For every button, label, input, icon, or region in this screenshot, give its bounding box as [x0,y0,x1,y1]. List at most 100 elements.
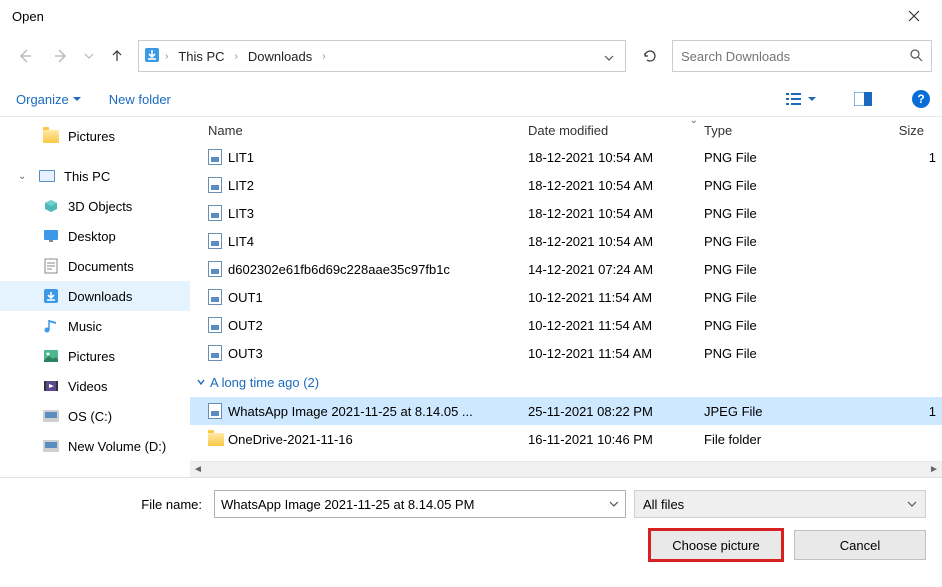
downloads-icon [42,288,60,304]
disk-icon [42,440,60,452]
file-row[interactable]: LIT118-12-2021 10:54 AMPNG File1 [190,143,942,171]
expand-icon[interactable]: ⌄ [18,171,30,182]
organize-button[interactable]: Organize [16,92,81,107]
file-row[interactable]: WhatsApp Image 2021-11-25 at 8.14.05 ...… [190,397,942,425]
file-icon [208,261,228,277]
file-name: OUT2 [228,318,528,333]
tree-item[interactable]: Pictures [0,121,190,151]
tree-item-label: OS (C:) [68,409,112,424]
sort-indicator-icon: ⌄ [690,117,698,126]
file-row[interactable]: OneDrive-2021-11-1616-11-2021 10:46 PMFi… [190,425,942,453]
col-date[interactable]: Date modified⌄ [528,123,704,138]
address-dropdown[interactable] [597,49,621,64]
breadcrumb-sep: › [235,51,238,62]
file-row[interactable]: OUT310-12-2021 11:54 AMPNG File [190,339,942,367]
file-date: 10-12-2021 11:54 AM [528,318,704,333]
file-row[interactable]: LIT218-12-2021 10:54 AMPNG File [190,171,942,199]
tree-item-label: New Volume (D:) [68,439,166,454]
file-icon [208,289,228,305]
address-bar[interactable]: › This PC › Downloads › [138,40,626,72]
downloads-icon [143,46,161,67]
breadcrumb-downloads[interactable]: Downloads [242,45,318,68]
tree-item[interactable]: Pictures [0,341,190,371]
back-button[interactable] [10,41,40,71]
tree-item-label: 3D Objects [68,199,132,214]
recent-dropdown[interactable] [82,41,96,71]
file-name: LIT4 [228,234,528,249]
docs-icon [42,258,60,274]
tree-item[interactable]: New Volume (D:) [0,431,190,461]
filename-dropdown-icon[interactable] [609,501,619,507]
tree-item-label: Videos [68,379,108,394]
close-button[interactable] [894,0,934,32]
file-name: LIT1 [228,150,528,165]
tree-item[interactable]: Videos [0,371,190,401]
tree-item[interactable]: 3D Objects [0,191,190,221]
file-date: 18-12-2021 10:54 AM [528,234,704,249]
file-date: 25-11-2021 08:22 PM [528,404,704,419]
file-icon [208,403,228,419]
file-date: 10-12-2021 11:54 AM [528,346,704,361]
file-date: 16-11-2021 10:46 PM [528,432,704,447]
help-button[interactable]: ? [912,90,930,108]
navigation-tree[interactable]: Pictures ⌄This PC 3D Objects Desktop Documen… [0,117,190,477]
file-row[interactable]: LIT418-12-2021 10:54 AMPNG File [190,227,942,255]
file-type: PNG File [704,150,854,165]
tree-item-label: Documents [68,259,134,274]
file-type: JPEG File [704,404,854,419]
filetype-select[interactable]: All files [634,490,926,518]
choose-picture-button[interactable]: Choose picture [650,530,782,560]
chevron-down-icon [907,501,917,507]
tree-item[interactable]: Downloads [0,281,190,311]
file-row[interactable]: LIT318-12-2021 10:54 AMPNG File [190,199,942,227]
file-date: 18-12-2021 10:54 AM [528,178,704,193]
view-options-button[interactable] [786,91,816,107]
3d-icon [42,198,60,214]
file-name: WhatsApp Image 2021-11-25 at 8.14.05 ... [228,404,528,419]
col-size[interactable]: Size [854,123,942,138]
horizontal-scrollbar[interactable]: ◄ ► [190,461,942,477]
file-size: 1 [854,404,942,419]
tree-item-label: Pictures [68,129,115,144]
newfolder-button[interactable]: New folder [109,92,171,107]
file-name: LIT3 [228,206,528,221]
file-row[interactable]: OUT110-12-2021 11:54 AMPNG File [190,283,942,311]
file-date: 18-12-2021 10:54 AM [528,206,704,221]
scroll-right-icon[interactable]: ► [926,464,942,475]
file-type: PNG File [704,262,854,277]
pictures-icon [42,349,60,363]
forward-button[interactable] [46,41,76,71]
column-headers: Name Date modified⌄ Type Size [190,117,942,143]
tree-item[interactable]: OS (C:) [0,401,190,431]
tree-item[interactable]: Music [0,311,190,341]
file-row[interactable]: OUT210-12-2021 11:54 AMPNG File [190,311,942,339]
file-row[interactable]: d602302e61fb6d69c228aae35c97fb1c14-12-20… [190,255,942,283]
col-name[interactable]: Name [208,123,528,138]
up-button[interactable] [102,41,132,71]
filename-input[interactable] [221,497,609,512]
breadcrumb-thispc[interactable]: This PC [172,45,230,68]
breadcrumb-sep: › [322,51,325,62]
file-icon [208,345,228,361]
group-header[interactable]: A long time ago (2) [190,367,942,397]
col-type[interactable]: Type [704,123,854,138]
tree-item[interactable]: Desktop [0,221,190,251]
file-name: d602302e61fb6d69c228aae35c97fb1c [228,262,528,277]
filename-field[interactable] [214,490,626,518]
cancel-button[interactable]: Cancel [794,530,926,560]
folder-icon [42,130,60,143]
file-icon [208,233,228,249]
search-box[interactable] [672,40,932,72]
tree-item[interactable]: ⌄This PC [0,161,190,191]
music-icon [42,318,60,334]
filename-label: File name: [16,497,206,512]
scroll-left-icon[interactable]: ◄ [190,464,206,475]
preview-pane-button[interactable] [854,92,872,106]
videos-icon [42,379,60,393]
file-name: OneDrive-2021-11-16 [228,432,528,447]
refresh-button[interactable] [634,40,666,72]
search-icon [909,48,923,65]
tree-item[interactable]: Documents [0,251,190,281]
search-input[interactable] [681,49,909,64]
tree-item-label: Music [68,319,102,334]
